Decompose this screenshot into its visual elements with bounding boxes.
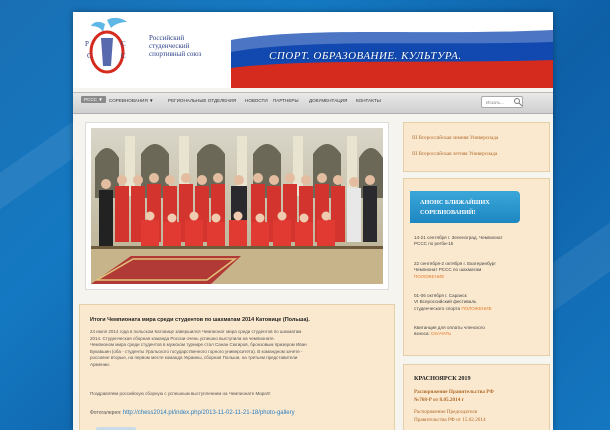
rsss-logo[interactable]: Р С С С (83, 16, 131, 78)
announce-header: АНОНС БЛИЖАЙШИХ СОРЕВНОВАНИЙ! (410, 191, 520, 223)
download-link[interactable]: СКАЧАТЬ (431, 331, 451, 336)
org-name-line: спортивный союз (149, 50, 202, 58)
featured-photo-frame (85, 122, 389, 290)
nav-item-documentation[interactable]: ДОКУМЕНТАЦИЯ (309, 98, 347, 103)
decree-link[interactable]: №768-Р от 8.05.2014 г (414, 397, 464, 403)
org-name-line: студенческий (149, 42, 190, 50)
summer-universiade-link[interactable]: III Всероссийская летняя Универсиада (412, 151, 497, 157)
decree-link[interactable]: Распоряжение Правительства РФ (414, 389, 494, 395)
event-text: взноса: (414, 331, 430, 337)
news-text-line: 2014. Студенческая сборная команда Росси… (90, 335, 275, 341)
site-header: Р С С С Российский студенческий спортивн… (73, 12, 553, 88)
event-item: 22 сентября-2 октября г. Екатеринбург Че… (414, 261, 544, 280)
news-text-line: Чемпионом мира среди студентов в мужском… (90, 342, 307, 348)
nav-item-competitions[interactable]: СОРЕВНОВАНИЯ ▼ (109, 98, 154, 103)
logo-letter: С (121, 40, 126, 48)
photo-gallery-row: Фотогалерея: http://chess2014.pl/index.p… (90, 410, 295, 416)
photo-gallery-link[interactable]: http://chess2014.pl/index.php/2013-11-02… (123, 410, 295, 416)
nav-item-contacts[interactable]: КОНТАКТЫ (356, 98, 381, 103)
announce-title-line: СОРЕВНОВАНИЙ! (420, 209, 476, 216)
org-name: Российский студенческий спортивный союз (149, 34, 229, 58)
photo-gallery-label: Фотогалерея: (90, 410, 122, 416)
event-item: 01-06 октября г. Саранск VI Всероссийски… (414, 293, 544, 312)
krasnoyarsk-panel: КРАСНОЯРСК 2019 Распоряжение Правительст… (403, 364, 550, 430)
universiade-links: III Всероссийская зимняя Универсиада III… (403, 122, 550, 172)
event-regulation-link[interactable]: ПОЛОЖЕНИЕ (414, 274, 544, 280)
event-item: 14-21 сентября г. Зеленоград. Чемпионат … (414, 235, 544, 248)
news-congrats: Поздравляем российскую сборную с успешны… (90, 391, 271, 396)
team-photo[interactable] (91, 128, 383, 284)
site-container: Р С С С Российский студенческий спортивн… (73, 12, 553, 430)
logo-letter: С (87, 52, 92, 60)
search-icon[interactable] (513, 97, 523, 107)
decree-link[interactable]: Распоряжение Председателя (414, 409, 477, 415)
nav-item-news[interactable]: НОВОСТИ (245, 98, 268, 103)
news-text: 24 июля 2014 года в польском Катовице за… (90, 329, 386, 369)
news-text-line: 24 июля 2014 года в польском Катовице за… (90, 329, 302, 334)
decree-link[interactable]: Правительства РФ от 15.02.2014 (414, 417, 486, 423)
announce-panel: АНОНС БЛИЖАЙШИХ СОРЕВНОВАНИЙ! 14-21 сент… (403, 178, 550, 356)
event-regulation-link[interactable]: ПОЛОЖЕНИЕ (461, 306, 491, 311)
news-article: Итоги Чемпионата мира среди студентов по… (79, 304, 395, 430)
event-text: РССС по регби-15 (414, 241, 454, 247)
main-nav: РССС ▼ СОРЕВНОВАНИЯ ▼ РЕГИОНАЛЬНЫЕ ОТДЕЛ… (73, 92, 553, 114)
news-title[interactable]: Итоги Чемпионата мира среди студентов по… (90, 317, 310, 323)
winter-universiade-link[interactable]: III Всероссийская зимняя Универсиада (412, 135, 498, 141)
org-name-line: Российский (149, 34, 185, 42)
logo-letter: Р (85, 40, 89, 48)
event-text: студенческого спорта (414, 305, 461, 311)
nav-item-regional[interactable]: РЕГИОНАЛЬНЫЕ ОТДЕЛЕНИЯ (168, 98, 236, 103)
news-text-line: Армении. (90, 361, 110, 367)
news-text-line: россияне вторые, на первом месте команда… (90, 355, 298, 361)
krasnoyarsk-title: КРАСНОЯРСК 2019 (414, 375, 471, 382)
event-item: Квитанция для оплаты членского взноса: С… (414, 325, 544, 338)
logo-letter: С (121, 52, 126, 60)
announce-title-line: АНОНС БЛИЖАЙШИХ (420, 199, 490, 206)
nav-item-partners[interactable]: ПАРТНЕРЫ (273, 98, 299, 103)
nav-item-rsss[interactable]: РССС ▼ (81, 96, 106, 103)
news-text-line: Букавшин (оба - студенты Уральского госу… (90, 348, 303, 354)
slogan: СПОРТ. ОБРАЗОВАНИЕ. КУЛЬТУРА. (269, 50, 462, 62)
